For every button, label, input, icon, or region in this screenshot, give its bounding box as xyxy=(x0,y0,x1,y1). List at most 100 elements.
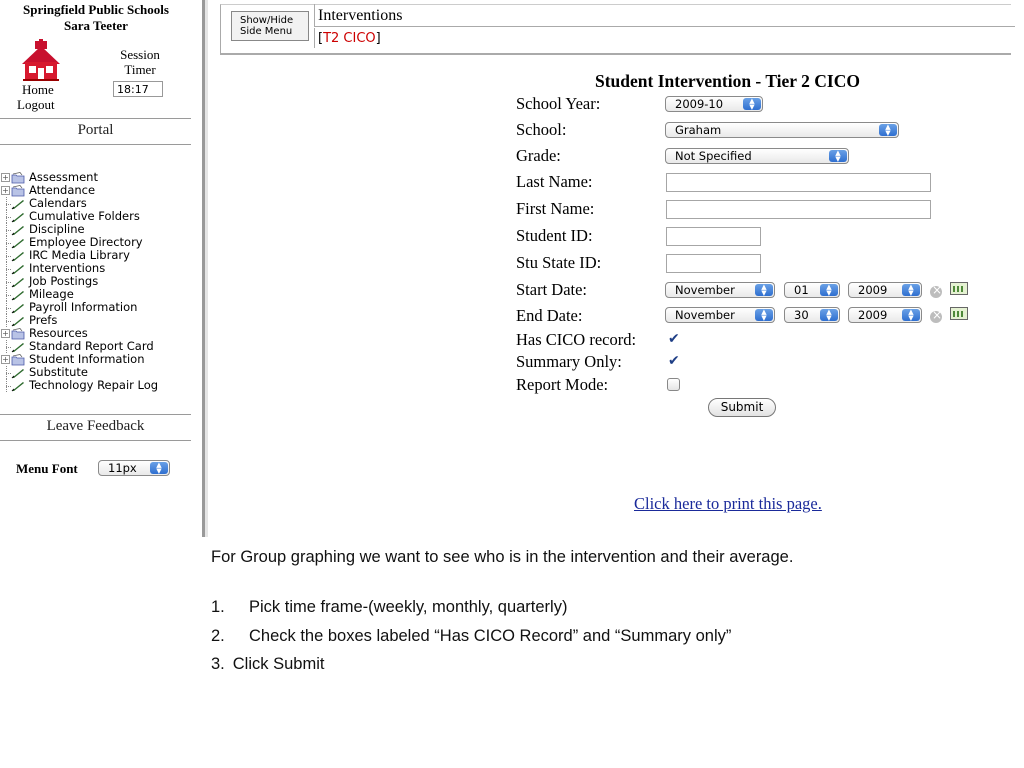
folder-icon xyxy=(11,327,25,339)
tree-line xyxy=(0,275,11,288)
breadcrumb: [T2 CICO] xyxy=(318,31,381,46)
start-date-label: Start Date: xyxy=(516,280,588,299)
school-year-select[interactable]: 2009-10 ▲ ▼ xyxy=(665,96,763,112)
quill-icon xyxy=(11,368,24,378)
title-box xyxy=(314,4,1015,27)
tree-line xyxy=(0,314,11,327)
tree-line xyxy=(0,197,11,210)
quill-icon xyxy=(11,342,24,352)
school-label: School: xyxy=(516,120,567,139)
crumb-box xyxy=(314,28,1015,48)
grade-select[interactable]: Not Specified ▲ ▼ xyxy=(665,148,849,164)
step-number: 1. xyxy=(211,598,225,616)
quill-icon xyxy=(11,251,24,261)
end-date-label: End Date: xyxy=(516,306,583,325)
school-year-label: School Year: xyxy=(516,94,601,113)
session-label-line1: Session xyxy=(120,47,160,62)
schoolhouse-icon[interactable] xyxy=(20,38,62,82)
sidebar-item-label: Technology Repair Log xyxy=(29,378,159,392)
home-link[interactable]: Home xyxy=(22,82,54,98)
school-value: Graham xyxy=(675,123,722,137)
folder-icon xyxy=(11,184,25,196)
expand-icon[interactable]: + xyxy=(1,186,10,195)
tree-line xyxy=(0,301,11,314)
district-header: Springfield Public Schools Sara Teeter xyxy=(0,2,192,34)
tree-line xyxy=(0,223,11,236)
chevron-updown-icon: ▲ ▼ xyxy=(755,284,773,297)
last-name-input[interactable] xyxy=(666,173,931,192)
show-hide-line2: Side Menu xyxy=(240,26,293,37)
menu-font-select[interactable]: 11px ▲ ▼ xyxy=(98,460,170,476)
divider xyxy=(0,440,191,441)
stu-state-id-input[interactable] xyxy=(666,254,761,273)
submit-button[interactable]: Submit xyxy=(708,398,776,417)
quill-icon xyxy=(11,277,24,287)
folder-icon xyxy=(11,171,25,183)
end-month-select[interactable]: November ▲ ▼ xyxy=(665,307,775,323)
clear-end-date-icon[interactable] xyxy=(930,308,942,323)
start-month-select[interactable]: November ▲ ▼ xyxy=(665,282,775,298)
end-year-select[interactable]: 2009 ▲ ▼ xyxy=(848,307,922,323)
expand-icon[interactable]: + xyxy=(1,329,10,338)
chevron-updown-icon: ▲ ▼ xyxy=(820,309,838,322)
district-name: Springfield Public Schools xyxy=(23,2,169,17)
frame-divider[interactable] xyxy=(202,0,205,537)
divider xyxy=(0,118,191,119)
clear-start-date-icon[interactable] xyxy=(930,283,942,298)
sidebar-item-technology-repair-log[interactable]: Technology Repair Log xyxy=(0,379,200,392)
show-hide-line1: Show/Hide xyxy=(240,15,294,26)
menu-font-label: Menu Font xyxy=(16,461,78,476)
has-cico-label: Has CICO record: xyxy=(516,330,637,349)
chevron-updown-icon: ▲ ▼ xyxy=(902,284,920,297)
last-name-label: Last Name: xyxy=(516,172,593,191)
expand-icon[interactable]: + xyxy=(1,355,10,364)
start-calendar-icon[interactable] xyxy=(950,282,968,295)
stu-state-id-label: Stu State ID: xyxy=(516,253,602,272)
start-year-value: 2009 xyxy=(858,283,888,297)
session-timer-value: 18:17 xyxy=(113,81,163,97)
logout-link[interactable]: Logout xyxy=(17,97,55,113)
start-year-select[interactable]: 2009 ▲ ▼ xyxy=(848,282,922,298)
step-number: 2. xyxy=(211,627,225,645)
chevron-updown-icon: ▲ ▼ xyxy=(743,98,761,111)
instruction-step: 2. Check the boxes labeled “Has CICO Reco… xyxy=(211,627,731,646)
side-menu: Springfield Public Schools Sara Teeter H… xyxy=(0,0,200,537)
end-day-select[interactable]: 30 ▲ ▼ xyxy=(784,307,840,323)
chevron-updown-icon: ▲ ▼ xyxy=(829,150,847,163)
quill-icon xyxy=(11,290,24,300)
portal-menu: + Assessment + Attendance Calendars Cumulativ… xyxy=(0,171,200,392)
first-name-input[interactable] xyxy=(666,200,931,219)
quill-icon xyxy=(11,303,24,313)
end-calendar-icon[interactable] xyxy=(950,307,968,320)
print-page-link[interactable]: Click here to print this page. xyxy=(634,494,822,514)
instruction-step: 1. Pick time frame-(weekly, monthly, quar… xyxy=(211,598,567,617)
divider xyxy=(0,144,191,145)
quill-icon xyxy=(11,316,24,326)
quill-icon xyxy=(11,199,24,209)
chevron-updown-icon: ▲ ▼ xyxy=(902,309,920,322)
start-day-value: 01 xyxy=(794,283,809,297)
student-id-input[interactable] xyxy=(666,227,761,246)
user-name: Sara Teeter xyxy=(64,18,128,33)
school-select[interactable]: Graham ▲ ▼ xyxy=(665,122,899,138)
leave-feedback-link[interactable]: Leave Feedback xyxy=(0,418,191,435)
show-hide-side-menu-button[interactable]: Show/Hide Side Menu xyxy=(231,11,309,41)
start-day-select[interactable]: 01 ▲ ▼ xyxy=(784,282,840,298)
first-name-label: First Name: xyxy=(516,199,595,218)
instructions-intro: For Group graphing we want to see who is… xyxy=(211,548,794,566)
portal-heading[interactable]: Portal xyxy=(0,122,191,139)
summary-only-checkbox[interactable] xyxy=(667,353,680,369)
step-text: Pick time frame-(weekly, monthly, quarte… xyxy=(249,598,568,616)
crumb-link-t2-cico[interactable]: T2 CICO xyxy=(323,31,376,46)
divider xyxy=(0,414,191,415)
report-mode-checkbox[interactable] xyxy=(667,378,680,391)
has-cico-checkbox[interactable] xyxy=(667,331,680,347)
chevron-updown-icon: ▲ ▼ xyxy=(879,124,897,137)
chevron-updown-icon: ▲ ▼ xyxy=(755,309,773,322)
quill-icon xyxy=(11,212,24,222)
student-id-label: Student ID: xyxy=(516,226,593,245)
quill-icon xyxy=(11,381,24,391)
tree-line xyxy=(0,288,11,301)
expand-icon[interactable]: + xyxy=(1,173,10,182)
step-number: 3. xyxy=(211,655,225,673)
